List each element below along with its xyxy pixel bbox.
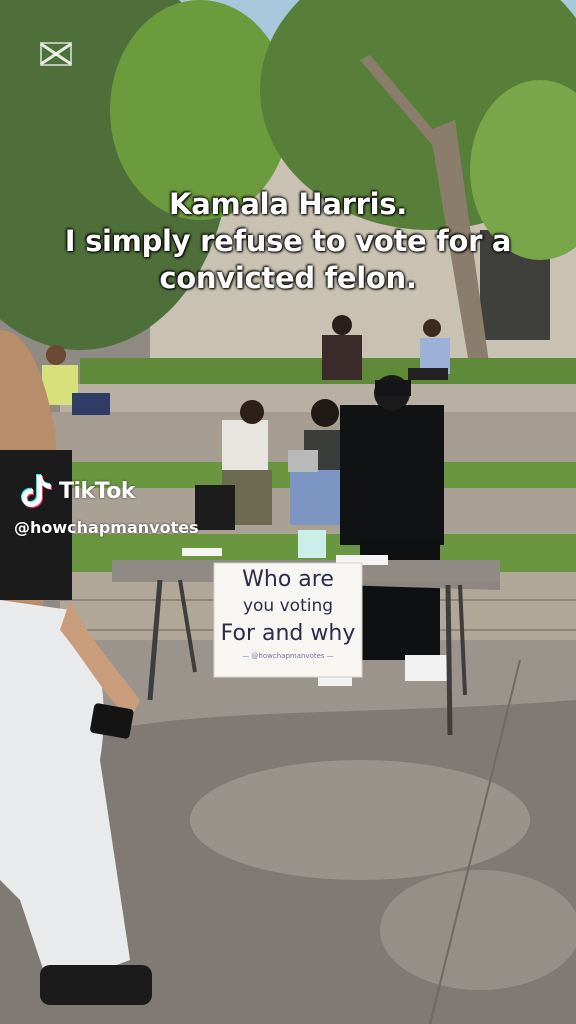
sign-line-4: — @howchapmanvotes — — [242, 652, 334, 660]
creator-handle: @howchapmanvotes — [14, 518, 199, 537]
sign-line-3: For and why — [220, 621, 356, 646]
caption-line-1: Kamala Harris. — [169, 187, 407, 221]
tiktok-brand: TikTok — [59, 478, 136, 504]
tiktok-watermark: TikTok — [20, 473, 136, 509]
backpack — [195, 485, 235, 530]
sign-line-1: Who are — [242, 567, 334, 592]
video-caption: Kamala Harris. I simply refuse to vote f… — [0, 186, 576, 297]
sign-text: Who are you voting For and why — @howcha… — [214, 566, 362, 660]
campus-scene — [0, 0, 576, 1024]
sign-line-2: you voting — [242, 596, 334, 616]
capcut-icon — [40, 42, 72, 66]
caption-line-3: convicted felon. — [159, 261, 417, 295]
tiktok-icon — [21, 474, 52, 508]
video-frame: Kamala Harris. I simply refuse to vote f… — [0, 0, 576, 1024]
caption-line-2: I simply refuse to vote for a — [64, 224, 512, 258]
